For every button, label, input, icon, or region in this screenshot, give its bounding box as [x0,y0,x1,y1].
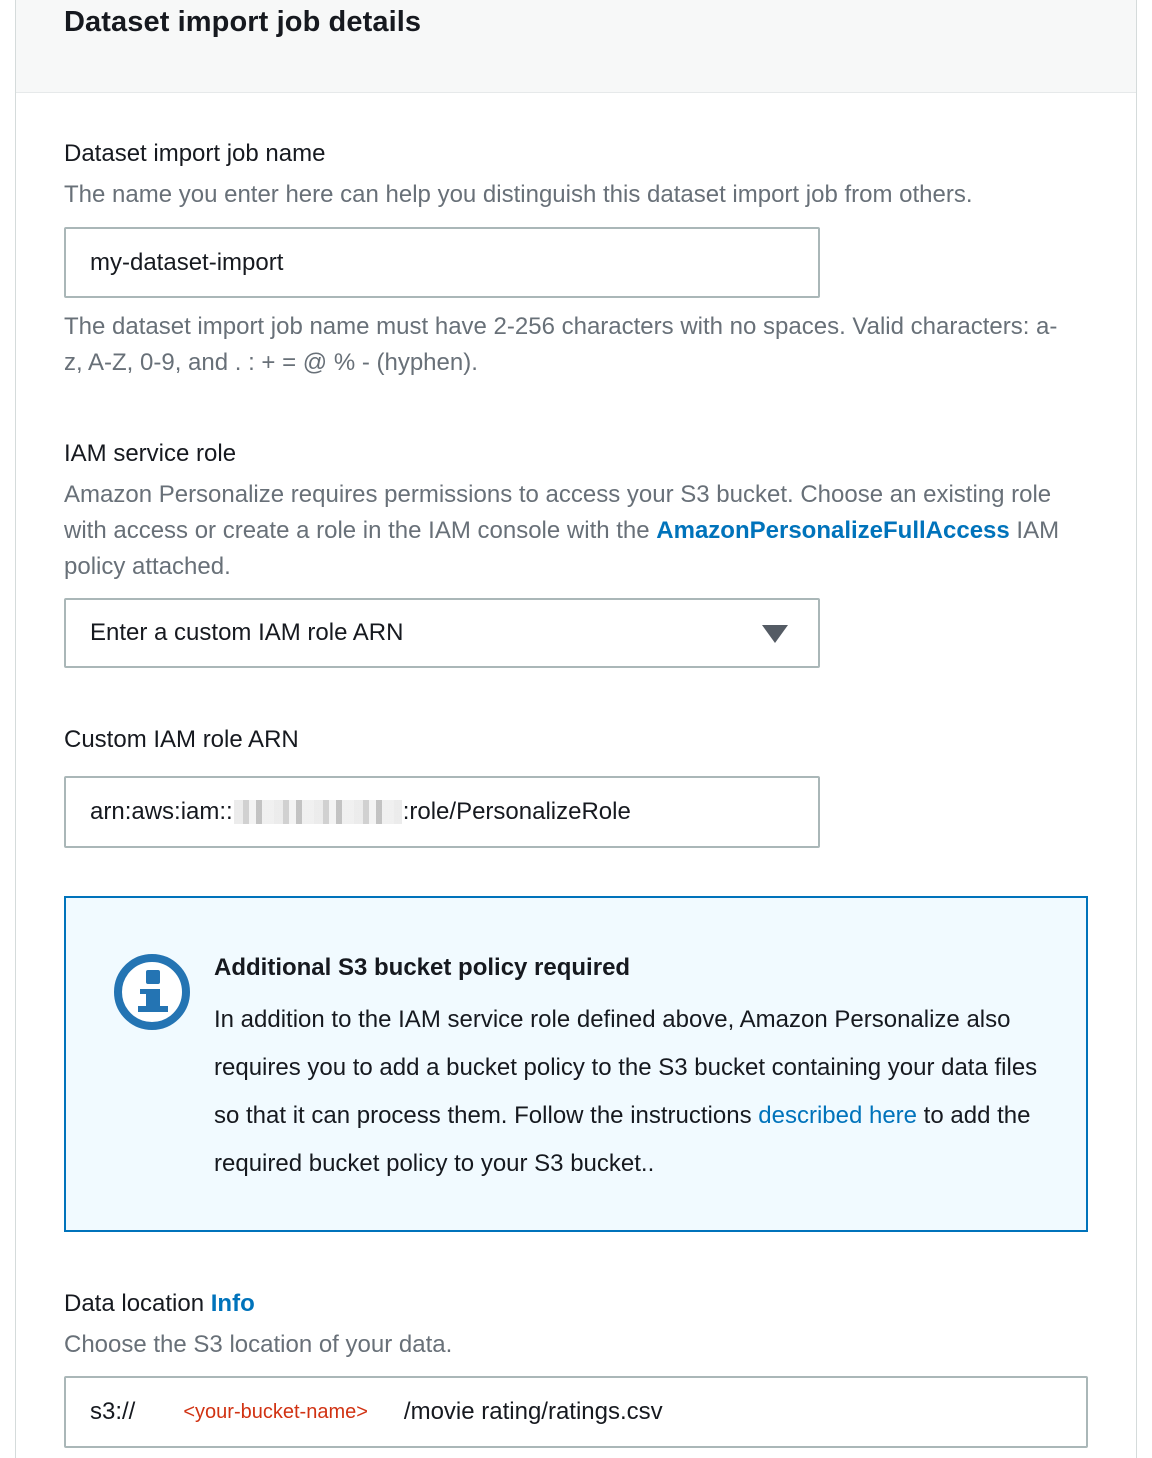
data-path: /movie rating/ratings.csv [403,1398,663,1425]
iam-role-select[interactable]: Enter a custom IAM role ARN [64,598,820,668]
alert-body: In addition to the IAM service role defi… [214,996,1044,1188]
iam-role-selected-value: Enter a custom IAM role ARN [90,619,404,646]
data-location-input[interactable]: s3:// <your-bucket-name> /movie rating/r… [64,1376,1088,1448]
data-location-label-text: Data location [64,1290,205,1317]
panel-header: Dataset import job details [16,0,1136,93]
iam-role-label: IAM service role [64,440,237,467]
policy-link[interactable]: AmazonPersonalizeFullAccess [656,517,1009,544]
iam-role-description-line2: with access or create a role in the IAM … [64,513,1094,549]
job-name-constraint-line2: z, A-Z, 0-9, and . : + = @ % - (hyphen). [64,349,478,376]
info-link[interactable]: Info [211,1290,255,1317]
custom-arn-suffix: :role/PersonalizeRole [402,798,631,825]
info-icon [114,954,190,1030]
custom-arn-input[interactable]: arn:aws:iam:::role/PersonalizeRole [64,776,820,848]
data-location-label: Data location Info [64,1290,255,1318]
iam-role-description-text: with access or create a role in the IAM … [64,517,657,544]
bucket-policy-alert: Additional S3 bucket policy required In … [64,896,1088,1232]
iam-role-description-line3: policy attached. [64,553,231,580]
job-name-constraint: The dataset import job name must have 2-… [64,309,1094,381]
custom-arn-prefix: arn:aws:iam:: [90,798,233,825]
caret-down-icon [762,625,788,643]
job-name-value: my-dataset-import [90,248,284,276]
custom-arn-label: Custom IAM role ARN [64,726,299,753]
info-icon-dot [146,970,160,984]
data-location-description: Choose the S3 location of your data. [64,1331,453,1358]
job-name-description: The name you enter here can help you dis… [64,181,973,208]
alert-title: Additional S3 bucket policy required [214,954,631,981]
s3-prefix: s3:// [90,1398,136,1425]
job-name-constraint-line1: The dataset import job name must have 2-… [64,313,1058,340]
job-name-label: Dataset import job name [64,140,326,167]
job-name-input[interactable]: my-dataset-import [64,227,820,298]
info-icon-base [138,1006,168,1012]
iam-role-description-line1: Amazon Personalize requires permissions … [64,481,1052,508]
described-here-link[interactable]: described here [758,1102,917,1129]
iam-role-description-suffix: IAM [1009,517,1060,544]
iam-role-description: Amazon Personalize requires permissions … [64,477,1094,585]
panel-title: Dataset import job details [64,6,422,38]
bucket-name-placeholder: <your-bucket-name> [183,1400,368,1423]
redacted-account-id [233,800,402,824]
